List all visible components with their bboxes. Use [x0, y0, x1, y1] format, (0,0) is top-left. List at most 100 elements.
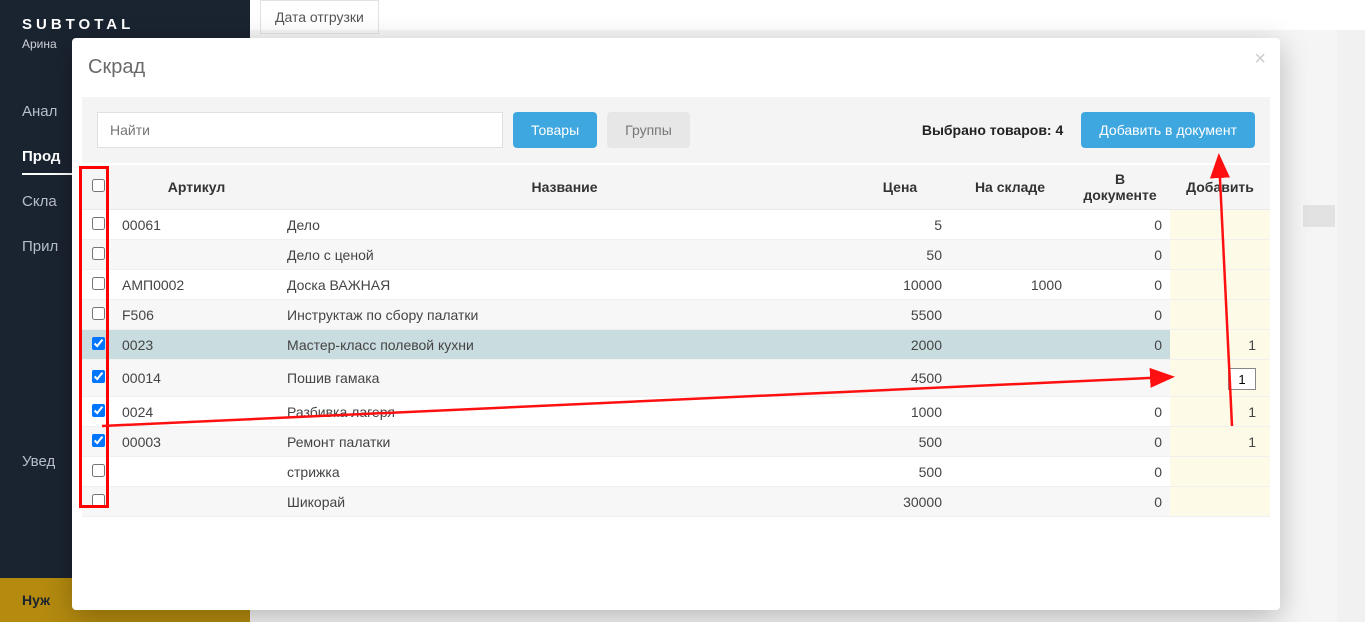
table-row[interactable]: Дело с ценой50 0: [82, 240, 1270, 270]
cell-add[interactable]: [1170, 457, 1270, 487]
cell-name: Разбивка лагеря: [279, 397, 850, 427]
cell-indoc: 0: [1070, 240, 1170, 270]
cell-stock: 1000: [950, 270, 1070, 300]
shipdate-label: Дата отгрузки: [260, 0, 379, 34]
col-indoc: В документе: [1070, 165, 1170, 210]
cell-price: 50: [850, 240, 950, 270]
row-checkbox[interactable]: [92, 494, 105, 507]
logo: SUBTOTAL: [22, 16, 228, 33]
add-to-document-button[interactable]: Добавить в документ: [1081, 112, 1255, 148]
window-scrollbar[interactable]: [1337, 0, 1365, 622]
cell-indoc: 0: [1070, 427, 1170, 457]
cell-stock: [950, 240, 1070, 270]
cell-name: Доска ВАЖНАЯ: [279, 270, 850, 300]
cell-stock: [950, 397, 1070, 427]
selected-count: Выбрано товаров: 4: [922, 122, 1063, 138]
table-row[interactable]: 0023Мастер-класс полевой кухни2000 01: [82, 330, 1270, 360]
cell-price: 5500: [850, 300, 950, 330]
cell-name: Дело с ценой: [279, 240, 850, 270]
cell-sku: F506: [114, 300, 279, 330]
search-input[interactable]: [97, 112, 503, 148]
cell-indoc: 0: [1070, 360, 1170, 397]
table-row[interactable]: АМП0002Доска ВАЖНАЯ1000010000: [82, 270, 1270, 300]
cell-indoc: 0: [1070, 210, 1170, 240]
modal-title: Скрад: [82, 56, 1270, 79]
cell-add[interactable]: 1: [1170, 330, 1270, 360]
cell-stock: [950, 300, 1070, 330]
row-checkbox[interactable]: [92, 337, 105, 350]
table-row[interactable]: стрижка500 0: [82, 457, 1270, 487]
table-row[interactable]: 00003Ремонт палатки500 01: [82, 427, 1270, 457]
cell-price: 500: [850, 427, 950, 457]
col-sku: Артикул: [114, 165, 279, 210]
cell-indoc: 0: [1070, 270, 1170, 300]
col-name: Название: [279, 165, 850, 210]
cell-sku: 0024: [114, 397, 279, 427]
cell-add[interactable]: 1: [1170, 397, 1270, 427]
select-all-checkbox[interactable]: [92, 179, 105, 192]
row-checkbox[interactable]: [92, 247, 105, 260]
row-checkbox[interactable]: [92, 277, 105, 290]
col-add: Добавить: [1170, 165, 1270, 210]
cell-add[interactable]: 1: [1170, 427, 1270, 457]
table-row[interactable]: 0024Разбивка лагеря1000 01: [82, 397, 1270, 427]
cell-name: Инструктаж по сбору палатки: [279, 300, 850, 330]
cell-price: 500: [850, 457, 950, 487]
cell-sku: 00014: [114, 360, 279, 397]
cell-sku: [114, 240, 279, 270]
table-row[interactable]: 00014Пошив гамака4500 0: [82, 360, 1270, 397]
cell-indoc: 0: [1070, 330, 1170, 360]
close-icon[interactable]: ×: [1254, 48, 1266, 71]
tab-goods[interactable]: Товары: [513, 112, 597, 148]
row-checkbox[interactable]: [92, 307, 105, 320]
cell-stock: [950, 427, 1070, 457]
cell-sku: 00061: [114, 210, 279, 240]
cell-price: 4500: [850, 360, 950, 397]
background-block: [1303, 205, 1335, 227]
cell-add[interactable]: [1170, 210, 1270, 240]
cell-indoc: 0: [1070, 457, 1170, 487]
cell-price: 10000: [850, 270, 950, 300]
cell-stock: [950, 360, 1070, 397]
table-row[interactable]: 00061Дело5 0: [82, 210, 1270, 240]
cell-indoc: 0: [1070, 397, 1170, 427]
modal-product-picker: × Скрад Товары Группы Выбрано товаров: 4…: [72, 38, 1280, 610]
cell-stock: [950, 210, 1070, 240]
row-checkbox[interactable]: [92, 464, 105, 477]
modal-toolbar: Товары Группы Выбрано товаров: 4 Добавит…: [82, 97, 1270, 163]
cell-indoc: 0: [1070, 300, 1170, 330]
cell-sku: 00003: [114, 427, 279, 457]
cell-name: стрижка: [279, 457, 850, 487]
col-stock: На складе: [950, 165, 1070, 210]
cell-name: Шикорай: [279, 487, 850, 517]
row-checkbox[interactable]: [92, 434, 105, 447]
cell-add[interactable]: [1170, 360, 1270, 397]
cell-name: Ремонт палатки: [279, 427, 850, 457]
background-panel: Дата отгрузки: [250, 0, 1365, 30]
cell-name: Пошив гамака: [279, 360, 850, 397]
row-checkbox[interactable]: [92, 370, 105, 383]
row-checkbox[interactable]: [92, 404, 105, 417]
col-price: Цена: [850, 165, 950, 210]
table-row[interactable]: Шикорай30000 0: [82, 487, 1270, 517]
cell-add[interactable]: [1170, 270, 1270, 300]
cell-price: 5: [850, 210, 950, 240]
row-checkbox[interactable]: [92, 217, 105, 230]
cell-indoc: 0: [1070, 487, 1170, 517]
cell-add[interactable]: [1170, 300, 1270, 330]
cell-add[interactable]: [1170, 487, 1270, 517]
cell-add[interactable]: [1170, 240, 1270, 270]
table-row[interactable]: F506Инструктаж по сбору палатки5500 0: [82, 300, 1270, 330]
qty-input[interactable]: [1228, 368, 1256, 390]
cell-price: 30000: [850, 487, 950, 517]
cell-stock: [950, 457, 1070, 487]
cell-name: Мастер-класс полевой кухни: [279, 330, 850, 360]
cell-price: 1000: [850, 397, 950, 427]
products-table: Артикул Название Цена На складе В докуме…: [82, 165, 1270, 517]
cell-name: Дело: [279, 210, 850, 240]
cell-sku: [114, 457, 279, 487]
cell-price: 2000: [850, 330, 950, 360]
cell-sku: 0023: [114, 330, 279, 360]
cell-sku: АМП0002: [114, 270, 279, 300]
tab-groups[interactable]: Группы: [607, 112, 690, 148]
